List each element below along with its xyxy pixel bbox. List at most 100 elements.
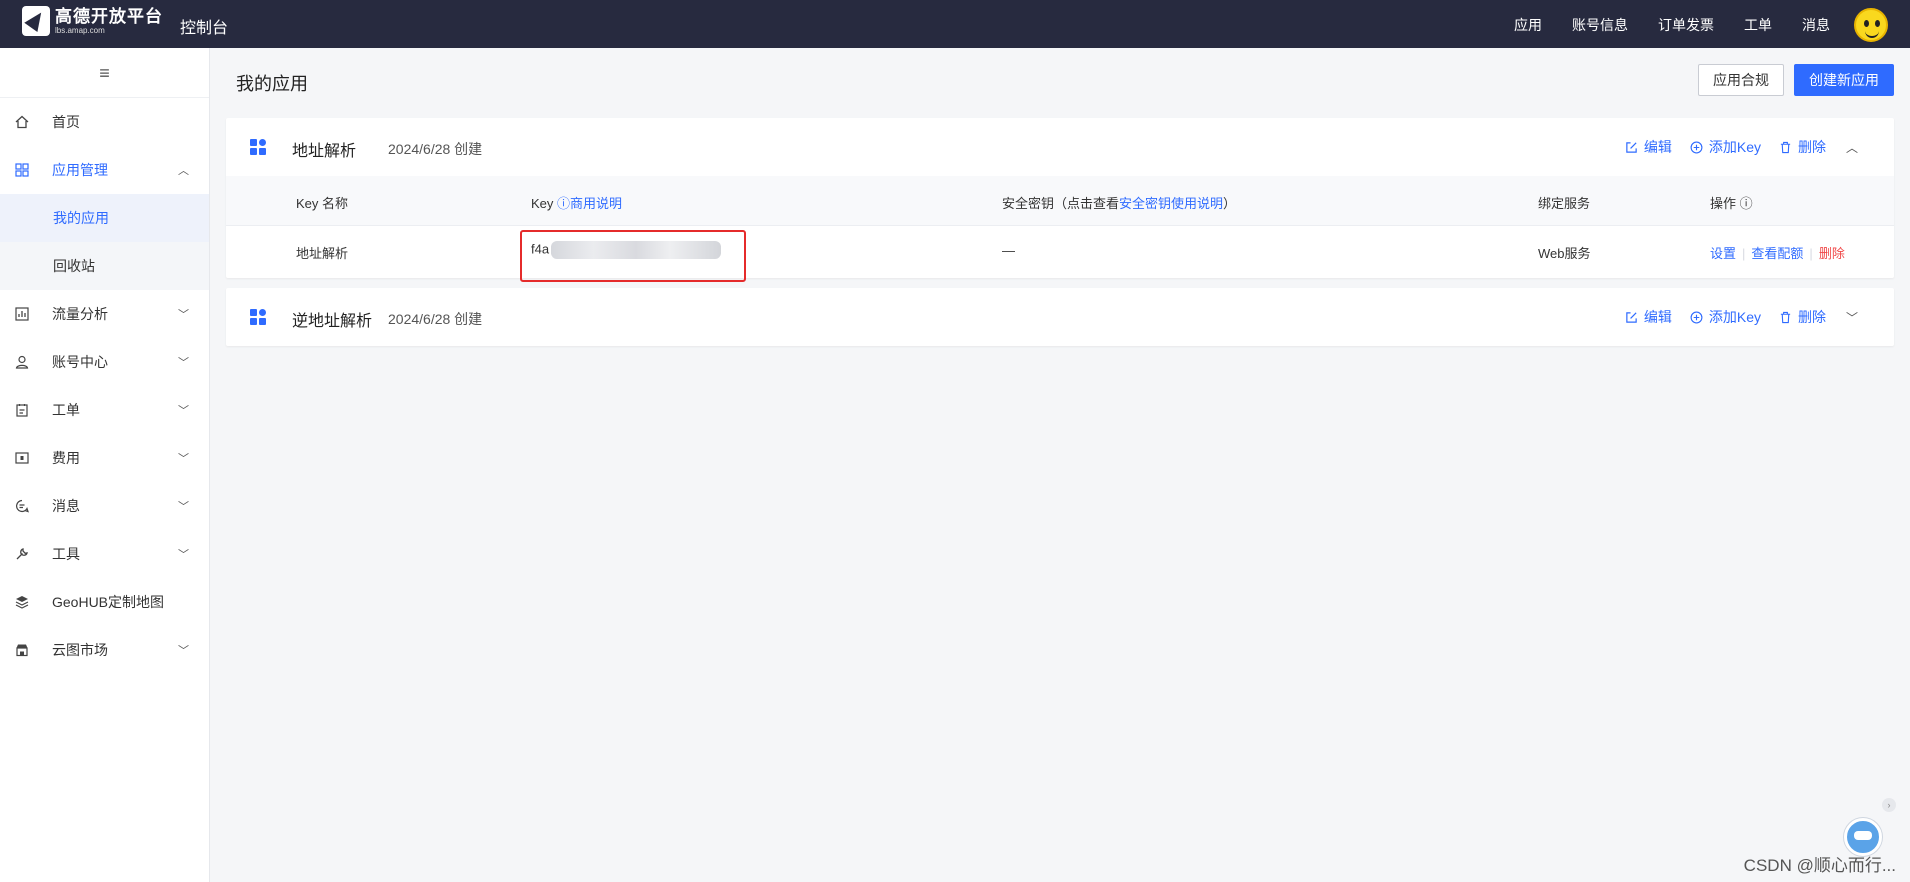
service-value: Web服务 <box>1538 246 1591 261</box>
chevron-down-icon: ﹀ <box>178 645 189 657</box>
page-title: 我的应用 <box>236 74 308 94</box>
col-secret: 安全密钥（点击查看安全密钥使用说明） <box>1002 196 1237 211</box>
app-card: 地址解析 2024/6/28 创建 编辑 添加Key 删除 ︿ Key 名称 K… <box>226 118 1894 282</box>
sidebar-item-label: 流量分析 <box>52 306 108 322</box>
sidebar-item-tickets[interactable]: 工单 ﹀ <box>0 386 209 434</box>
app-created-date: 2024/6/28 创建 <box>388 141 483 157</box>
chevron-down-icon: ﹀ <box>178 357 189 369</box>
delete-label: 删除 <box>1797 309 1826 325</box>
app-card-header: 逆地址解析 2024/6/28 创建 编辑 添加Key 删除 ﹀ <box>226 288 1894 346</box>
trash-icon <box>1780 141 1791 153</box>
top-bar: 高德开放平台 lbs.amap.com 控制台 应用 账号信息 订单发票 工单 … <box>0 0 1910 48</box>
commercial-help-link[interactable]: ⓘ商用说明 <box>557 196 622 211</box>
edit-button[interactable]: 编辑 <box>1625 137 1672 157</box>
add-key-button[interactable]: 添加Key <box>1690 137 1761 157</box>
console-title[interactable]: 控制台 <box>180 14 228 38</box>
menu-toggle-icon[interactable]: ≡ <box>0 48 209 98</box>
delete-label: 删除 <box>1797 139 1826 155</box>
sidebar-item-billing[interactable]: 费用 ﹀ <box>0 434 209 482</box>
app-actions: 编辑 添加Key 删除 ﹀ <box>1607 307 1858 327</box>
view-quota-link[interactable]: 查看配额 <box>1751 246 1803 261</box>
col-service: 绑定服务 <box>1538 196 1591 211</box>
col-ops: 操作 ⓘ <box>1710 196 1753 211</box>
store-icon <box>14 642 30 658</box>
chart-icon <box>14 306 30 322</box>
plus-circle-icon <box>1690 311 1703 323</box>
sidebar-item-traffic-analysis[interactable]: 流量分析 ﹀ <box>0 290 209 338</box>
table-row: 地址解析 f4a — Web服务 设置 | 查看配额 | 删除 <box>226 226 1894 276</box>
watermark: CSDN @顺心而行... <box>1743 856 1896 875</box>
sidebar-item-label: GeoHUB定制地图 <box>52 594 165 610</box>
chevron-down-icon: ﹀ <box>178 453 189 465</box>
delete-app-button[interactable]: 删除 <box>1779 307 1826 327</box>
app-icon <box>250 309 266 325</box>
sidebar-item-tools[interactable]: 工具 ﹀ <box>0 530 209 578</box>
nav-tickets[interactable]: 工单 <box>1744 15 1772 35</box>
add-key-button[interactable]: 添加Key <box>1690 307 1761 327</box>
key-name-value: 地址解析 <box>296 246 349 261</box>
edit-icon <box>1626 311 1637 323</box>
edit-button[interactable]: 编辑 <box>1625 307 1672 327</box>
col-key: Key ⓘ商用说明 <box>531 196 623 211</box>
app-created-date: 2024/6/28 创建 <box>388 311 483 327</box>
nav-account[interactable]: 账号信息 <box>1572 15 1628 35</box>
sidebar-item-geohub[interactable]: GeoHUB定制地图 <box>0 578 209 626</box>
sidebar-item-label: 首页 <box>52 114 80 130</box>
nav-orders[interactable]: 订单发票 <box>1658 15 1714 35</box>
sidebar-item-cloud-market[interactable]: 云图市场 ﹀ <box>0 626 209 674</box>
sidebar-item-label: 工单 <box>52 402 80 418</box>
col-key-name: Key 名称 <box>296 196 349 211</box>
app-card: 逆地址解析 2024/6/28 创建 编辑 添加Key 删除 ﹀ <box>226 288 1894 346</box>
sidebar-item-messages[interactable]: 消息 ﹀ <box>0 482 209 530</box>
user-avatar[interactable] <box>1854 8 1888 42</box>
chevron-down-icon[interactable]: ﹀ <box>1846 309 1858 326</box>
amap-logo-icon <box>22 6 50 36</box>
app-name: 逆地址解析 <box>292 313 373 330</box>
edit-label: 编辑 <box>1643 309 1672 325</box>
close-icon[interactable]: › <box>1882 798 1896 812</box>
add-key-label: 添加Key <box>1708 309 1761 325</box>
chevron-down-icon: ﹀ <box>178 549 189 561</box>
sidebar-item-my-apps[interactable]: 我的应用 <box>0 194 209 242</box>
chevron-down-icon: ﹀ <box>178 405 189 417</box>
delete-key-link[interactable]: 删除 <box>1819 246 1845 261</box>
chevron-down-icon: ﹀ <box>178 501 189 513</box>
sidebar-item-account-center[interactable]: 账号中心 ﹀ <box>0 338 209 386</box>
sidebar: ≡ 首页 应用管理 ︿ 我的应用 回收站 流量分析 ﹀ 账号中心 ﹀ 工单 ﹀ <box>0 48 210 882</box>
home-icon <box>14 114 30 130</box>
help-circle-icon: ⓘ <box>557 196 571 211</box>
app-actions: 编辑 添加Key 删除 ︿ <box>1607 137 1858 157</box>
sidebar-item-label: 费用 <box>52 450 80 466</box>
sidebar-item-label: 账号中心 <box>52 354 108 370</box>
sidebar-item-recycle-bin[interactable]: 回收站 <box>0 242 209 290</box>
sidebar-item-app-management[interactable]: 应用管理 ︿ <box>0 146 209 194</box>
chevron-down-icon: ﹀ <box>178 309 189 321</box>
sidebar-item-label: 应用管理 <box>52 162 108 178</box>
user-icon <box>14 354 30 370</box>
sidebar-item-label: 工具 <box>52 546 80 562</box>
edit-icon <box>1626 141 1637 153</box>
nav-apps[interactable]: 应用 <box>1514 15 1542 35</box>
keys-table-header: Key 名称 Key ⓘ商用说明 安全密钥（点击查看安全密钥使用说明） 绑定服务… <box>226 176 1894 226</box>
app-card-header: 地址解析 2024/6/28 创建 编辑 添加Key 删除 ︿ <box>226 118 1894 176</box>
add-key-label: 添加Key <box>1708 139 1761 155</box>
secret-usage-link[interactable]: 安全密钥使用说明 <box>1119 196 1223 211</box>
amap-logo[interactable]: 高德开放平台 lbs.amap.com <box>22 6 163 36</box>
app-name: 地址解析 <box>292 143 357 160</box>
settings-link[interactable]: 设置 <box>1710 246 1736 261</box>
info-icon[interactable]: ⓘ <box>1740 196 1753 211</box>
sidebar-item-label: 消息 <box>52 498 80 514</box>
trash-icon <box>1780 311 1791 323</box>
clipboard-icon <box>14 402 30 418</box>
message-icon <box>14 498 30 514</box>
secret-value: — <box>1002 243 1015 258</box>
layers-icon <box>14 594 30 610</box>
top-nav: 应用 账号信息 订单发票 工单 消息 <box>1484 15 1830 35</box>
create-app-button[interactable]: 创建新应用 <box>1794 64 1894 96</box>
sidebar-item-home[interactable]: 首页 <box>0 98 209 146</box>
delete-app-button[interactable]: 删除 <box>1779 137 1826 157</box>
nav-messages[interactable]: 消息 <box>1802 15 1830 35</box>
app-compliance-button[interactable]: 应用合规 <box>1698 64 1784 96</box>
sidebar-item-label: 云图市场 <box>52 642 108 658</box>
chevron-up-icon[interactable]: ︿ <box>1846 139 1858 156</box>
